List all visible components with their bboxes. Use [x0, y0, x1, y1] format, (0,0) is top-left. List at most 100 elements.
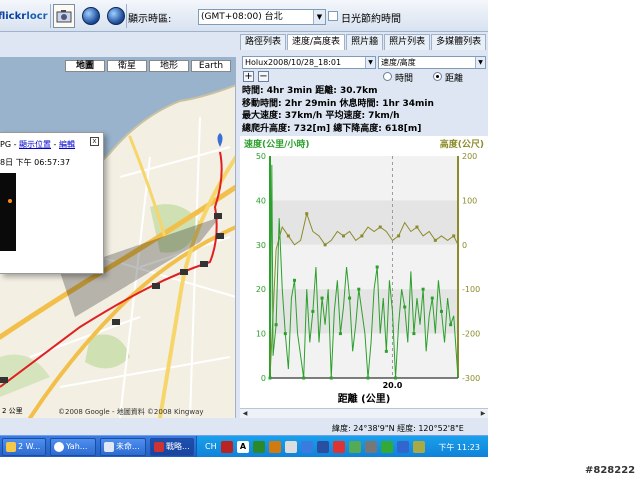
y-tick-label: 50 — [256, 152, 266, 161]
status-bar: 緯度: 24°38'9"N 經度: 120°52'8"E — [240, 421, 488, 435]
tab-photo-list[interactable]: 照片列表 — [384, 34, 431, 50]
close-icon[interactable]: x — [90, 137, 99, 146]
map-view[interactable]: 地圖 衛星 地形 Earth x PG - 顯示位置 - 編輯 8日 下午 06… — [0, 57, 236, 418]
speed-point — [421, 287, 425, 291]
y-tick-label: 20 — [256, 285, 266, 294]
stats-elevation: 總爬升高度: 732[m] 總下降高度: 618[m] — [242, 123, 422, 134]
infowindow-title: PG - 顯示位置 - 編輯 — [0, 140, 75, 149]
altitude-point — [378, 225, 382, 229]
tray-misc-icon[interactable] — [365, 441, 377, 453]
show-location-link[interactable]: 顯示位置 — [19, 140, 51, 149]
speed-point — [338, 332, 342, 336]
edit-link[interactable]: 編輯 — [59, 140, 75, 149]
map-type-earth[interactable]: Earth — [191, 60, 231, 72]
timezone-value: (GMT+08:00) 台北 — [201, 12, 283, 22]
map-attribution: ©2008 Google - 地圖資料 ©2008 Kingway — [58, 408, 204, 416]
tray-network-icon[interactable] — [285, 441, 297, 453]
task-label: Yah... — [66, 442, 88, 451]
toolbar-divider — [50, 4, 51, 28]
timezone-select[interactable]: (GMT+08:00) 台北 ▼ — [198, 9, 326, 25]
photo-thumbnail[interactable] — [0, 173, 16, 251]
tray-app-icon[interactable] — [221, 441, 233, 453]
speed-point — [274, 323, 278, 327]
flickr-button[interactable]: flickr — [0, 4, 26, 28]
speed-point — [329, 376, 333, 380]
chart-canvas[interactable]: 0 10 20 30 40 50 -300 -200 -100 0 100 200 20.0 速度(公里/… — [240, 136, 488, 408]
document-icon — [104, 442, 114, 452]
speed-point — [430, 296, 434, 300]
altitude-point — [452, 234, 456, 238]
tray-update-icon[interactable] — [317, 441, 329, 453]
tray-settings-icon[interactable] — [269, 441, 281, 453]
horizontal-scrollbar[interactable]: ◀ ▶ — [240, 408, 488, 418]
speed-point — [366, 376, 370, 380]
speed-altitude-chart[interactable]: 0 10 20 30 40 50 -300 -200 -100 0 100 200 20.0 速度(公里/… — [240, 136, 488, 408]
locr-button[interactable]: locr — [26, 4, 48, 28]
tray-device-icon[interactable] — [397, 441, 409, 453]
task-label: 2 W... — [18, 442, 41, 451]
tab-photo-wall[interactable]: 照片牆 — [346, 34, 384, 50]
altitude-point — [323, 243, 327, 247]
radio-time[interactable] — [383, 72, 392, 81]
task-app[interactable]: 戰略... — [150, 438, 194, 456]
scroll-left-icon[interactable]: ◀ — [240, 409, 250, 418]
tab-speed-altitude[interactable]: 速度/高度表 — [287, 34, 346, 50]
speed-point — [283, 332, 287, 336]
tab-media-list[interactable]: 多媒體列表 — [431, 34, 487, 50]
y2-tick-label: -100 — [462, 285, 480, 294]
photo-info-window: x PG - 顯示位置 - 編輯 8日 下午 06:57:37 — [0, 132, 104, 274]
folder-icon — [6, 442, 16, 452]
chart-mode-value: 速度/高度 — [381, 58, 416, 67]
scroll-right-icon[interactable]: ▶ — [478, 409, 488, 418]
map-type-satellite[interactable]: 衛星 — [107, 60, 147, 72]
zoom-out-button[interactable]: − — [258, 71, 269, 82]
google-earth-icon[interactable] — [80, 4, 102, 28]
tray-security-icon[interactable] — [333, 441, 345, 453]
clock: 下午 11:23 — [438, 443, 480, 452]
tray-tool-icon[interactable] — [253, 441, 265, 453]
task-untitled[interactable]: 未命... — [100, 438, 146, 456]
radio-time-label: 時間 — [395, 74, 414, 84]
radio-distance-label: 距離 — [445, 74, 464, 84]
chevron-down-icon: ▼ — [475, 57, 485, 68]
track-select[interactable]: Holux2008/10/28_18:01 ▼ — [242, 56, 376, 69]
kml-export-icon[interactable] — [105, 4, 127, 28]
y-tick-label: 10 — [256, 330, 266, 339]
chart-band — [270, 244, 458, 290]
y-axis-label: 速度(公里/小時) — [244, 138, 310, 150]
task-yahoo[interactable]: Yah... — [50, 438, 96, 456]
timezone-label: 顯示時區: — [128, 14, 172, 25]
altitude-point — [415, 225, 419, 229]
track-stats: 時間: 4hr 3min 距離: 30.7km 移動時間: 2hr 29min … — [242, 85, 434, 135]
photo-icon[interactable] — [53, 4, 75, 28]
zoom-in-button[interactable]: + — [243, 71, 254, 82]
task-word[interactable]: 2 W... — [2, 438, 46, 456]
toolbar-divider — [126, 4, 127, 28]
task-label: 戰略... — [166, 442, 190, 451]
app-window: flickr locr 顯示時區: (GMT+08:00) 台北 ▼ 日光節約時… — [0, 0, 488, 457]
y2-axis-label: 高度(公尺) — [440, 138, 484, 150]
map-type-terrain[interactable]: 地形 — [149, 60, 189, 72]
tray-status-icon[interactable] — [381, 441, 393, 453]
map-type-map[interactable]: 地圖 — [65, 60, 105, 72]
dst-checkbox[interactable] — [328, 11, 338, 21]
stats-speed: 最大速度: 37km/h 平均速度: 7km/h — [242, 111, 400, 121]
chart-mode-select[interactable]: 速度/高度 ▼ — [378, 56, 486, 69]
tab-track-list[interactable]: 路徑列表 — [240, 34, 287, 50]
y-tick-label: 30 — [256, 241, 266, 250]
tray-sync-icon[interactable] — [349, 441, 361, 453]
speed-point — [403, 305, 407, 309]
radio-distance[interactable] — [433, 72, 442, 81]
x-tick-label: 20.0 — [383, 381, 403, 390]
ime-icon[interactable]: A — [237, 441, 249, 453]
speed-point — [292, 278, 296, 282]
photo-timestamp: 8日 下午 06:57:37 — [0, 158, 71, 167]
speed-point — [412, 332, 416, 336]
tray-speaker-icon[interactable] — [301, 441, 313, 453]
tray-extra-icon[interactable] — [413, 441, 425, 453]
app-icon — [154, 442, 164, 452]
map-scale: 2 公里 — [2, 407, 23, 415]
altitude-point — [360, 234, 364, 238]
input-language[interactable]: CH — [205, 442, 217, 451]
dst-label: 日光節約時間 — [341, 14, 401, 25]
